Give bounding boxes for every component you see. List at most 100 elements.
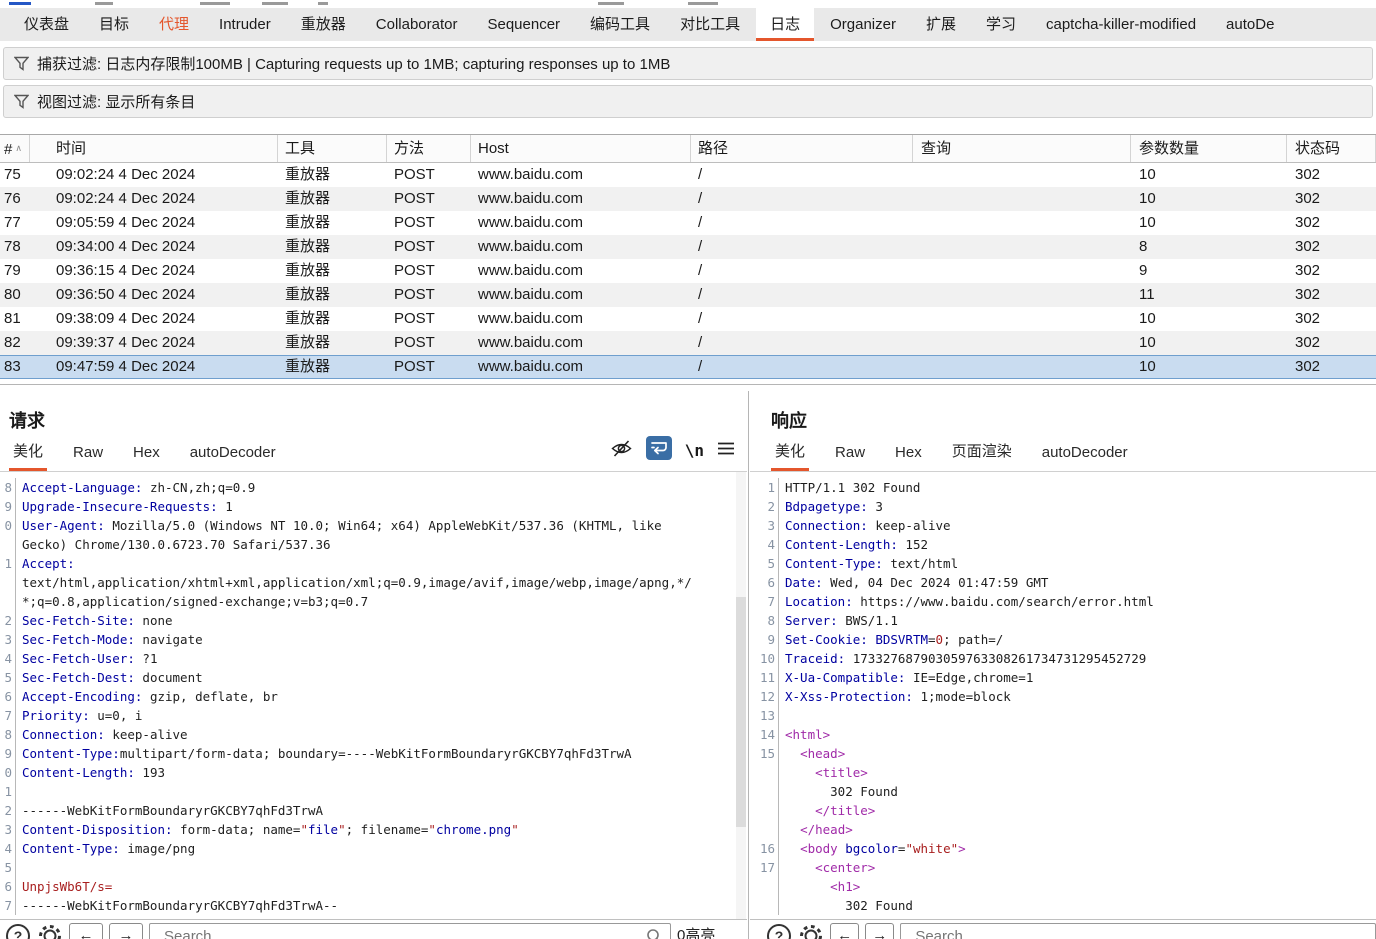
- table-cell: 302: [1295, 166, 1321, 183]
- main-tab-bar: 仪表盘 目标 代理 Intruder 重放器 Collaborator Sequencer 编…: [0, 8, 1376, 41]
- menu-item-learn[interactable]: 学习: [972, 8, 1030, 41]
- search-input[interactable]: [162, 927, 646, 939]
- response-tab-hex[interactable]: Hex: [891, 444, 926, 471]
- vertical-splitter[interactable]: [748, 391, 749, 939]
- table-row[interactable]: 80 09:36:50 4 Dec 2024 重放器 POST www.baidu.co…: [0, 283, 1376, 307]
- table-row[interactable]: 83 09:47:59 4 Dec 2024 重放器 POST www.baidu.co…: [0, 355, 1376, 379]
- table-cell: 83: [4, 358, 21, 375]
- code-line: 6 Date: Wed, 04 Dec 2024 01:47:59 GMT: [750, 573, 1376, 592]
- column-header[interactable]: 状态码: [1287, 135, 1376, 162]
- column-header[interactable]: # ∧: [0, 135, 30, 162]
- table-cell: [913, 307, 1131, 331]
- newline-toggle-icon[interactable]: \n: [685, 441, 704, 460]
- request-scrollbar[interactable]: [736, 472, 746, 920]
- menu-item-repeater[interactable]: 重放器: [287, 8, 360, 41]
- request-tab-autodecoder[interactable]: autoDecoder: [186, 444, 280, 471]
- table-row[interactable]: 77 09:05:59 4 Dec 2024 重放器 POST www.baidu.co…: [0, 211, 1376, 235]
- forward-icon[interactable]: →: [865, 923, 895, 939]
- table-row[interactable]: 81 09:38:09 4 Dec 2024 重放器 POST www.baidu.co…: [0, 307, 1376, 331]
- line-number: 4: [750, 535, 779, 554]
- line-number: 4: [0, 649, 16, 668]
- settings-gear-icon[interactable]: [37, 923, 63, 939]
- view-filter-bar[interactable]: 视图过滤: 显示所有条目: [3, 85, 1373, 118]
- table-cell: [913, 211, 1131, 235]
- column-header[interactable]: 时间: [30, 135, 278, 162]
- code-text: <h1>: [830, 879, 861, 894]
- table-row[interactable]: 82 09:39:37 4 Dec 2024 重放器 POST www.baidu.co…: [0, 331, 1376, 355]
- code-text: 302 Found: [785, 898, 913, 913]
- menu-item-organizer[interactable]: Organizer: [816, 8, 910, 41]
- table-row[interactable]: 76 09:02:24 4 Dec 2024 重放器 POST www.baidu.co…: [0, 187, 1376, 211]
- request-tab-pretty[interactable]: 美化: [9, 440, 48, 471]
- menu-item-extensions[interactable]: 扩展: [912, 8, 970, 41]
- menu-item-comparer[interactable]: 对比工具: [666, 8, 754, 41]
- back-icon[interactable]: ←: [830, 923, 860, 939]
- forward-icon[interactable]: →: [109, 923, 143, 939]
- request-editor-tabs: 美化 Raw Hex autoDecoder \n: [0, 436, 747, 472]
- menu-item-decoder[interactable]: 编码工具: [576, 8, 664, 41]
- code-text: HTTP/1.1 302 Found: [785, 480, 921, 495]
- capture-filter-bar[interactable]: 捕获过滤: 日志内存限制100MB | Capturing requests u…: [3, 47, 1373, 80]
- help-icon[interactable]: ?: [5, 923, 31, 939]
- menu-item-proxy[interactable]: 代理: [145, 8, 203, 41]
- request-tab-hex[interactable]: Hex: [129, 444, 164, 471]
- response-tab-autodecoder[interactable]: autoDecoder: [1038, 444, 1132, 471]
- hide-nonprintable-icon[interactable]: [610, 439, 633, 463]
- pretty-print-toggle-icon[interactable]: [645, 436, 672, 465]
- settings-gear-icon[interactable]: [798, 923, 824, 939]
- request-editor-toolbar: \n: [610, 436, 735, 465]
- table-cell: 82: [4, 334, 21, 351]
- response-tab-raw[interactable]: Raw: [831, 444, 869, 471]
- table-row[interactable]: 75 09:02:24 4 Dec 2024 重放器 POST www.baidu.co…: [0, 163, 1376, 187]
- column-header[interactable]: 方法: [387, 135, 471, 162]
- column-header[interactable]: Host: [471, 135, 691, 162]
- response-editor-footer: ? ← →: [750, 919, 1376, 939]
- response-search-box: [900, 923, 1376, 939]
- request-editor[interactable]: 8 Accept-Language: zh-CN,zh;q=0.9 9 Upgrade…: [0, 472, 747, 920]
- menu-item-autodecoder[interactable]: autoDe: [1212, 8, 1288, 41]
- code-line: 7 ------WebKitFormBoundaryrGKCBY7qhFd3Trw…: [0, 896, 747, 915]
- table-cell: /: [698, 358, 703, 375]
- table-cell: 重放器: [285, 214, 331, 231]
- menu-item-logger[interactable]: 日志: [756, 8, 815, 41]
- table-row[interactable]: 78 09:34:00 4 Dec 2024 重放器 POST www.baidu.co…: [0, 235, 1376, 259]
- menu-item-collaborator[interactable]: Collaborator: [362, 8, 472, 41]
- line-number: [750, 820, 779, 839]
- response-editor[interactable]: 1 HTTP/1.1 302 Found 2 Bdpagetype: 3 3 Connec…: [750, 472, 1376, 920]
- code-text: X-Xss-Protection: 1;mode=block: [785, 689, 1011, 704]
- request-scrollbar-thumb[interactable]: [736, 597, 746, 827]
- table-cell: 重放器: [285, 310, 331, 327]
- menu-item-captcha-killer-modified[interactable]: captcha-killer-modified: [1032, 8, 1210, 41]
- menu-item-dashboard[interactable]: 仪表盘: [10, 8, 83, 41]
- table-cell: 09:36:50 4 Dec 2024: [56, 286, 196, 303]
- clipped-text-fragment: [200, 2, 230, 5]
- table-cell: www.baidu.com: [478, 286, 584, 303]
- code-line: 3 Content-Disposition: form-data; name="f…: [0, 820, 747, 839]
- horizontal-splitter[interactable]: [0, 384, 1376, 385]
- column-header[interactable]: 参数数量: [1131, 135, 1287, 162]
- search-input[interactable]: [913, 927, 1351, 939]
- back-icon[interactable]: ←: [69, 923, 103, 939]
- response-tab-pretty[interactable]: 美化: [771, 440, 810, 471]
- line-number: 3: [0, 820, 16, 839]
- response-panel: 响应 美化 Raw Hex 页面渲染 autoDecoder 1 HTTP/1.1 302…: [750, 391, 1376, 939]
- response-panel-title: 响应: [771, 411, 807, 431]
- column-header[interactable]: 查询: [913, 135, 1131, 162]
- response-tab-render[interactable]: 页面渲染: [948, 440, 1016, 471]
- code-text: Connection: keep-alive: [785, 518, 951, 533]
- filter-funnel-icon: [14, 94, 29, 109]
- menu-item-intruder[interactable]: Intruder: [205, 8, 285, 41]
- table-cell: 重放器: [285, 358, 331, 375]
- column-header[interactable]: 路径: [691, 135, 913, 162]
- column-header[interactable]: 工具: [278, 135, 387, 162]
- menu-item-sequencer[interactable]: Sequencer: [473, 8, 574, 41]
- code-text: text/html,application/xhtml+xml,applicat…: [22, 575, 692, 590]
- table-row[interactable]: 79 09:36:15 4 Dec 2024 重放器 POST www.baidu.co…: [0, 259, 1376, 283]
- code-line: </head>: [750, 820, 1376, 839]
- line-number: 7: [0, 896, 16, 915]
- editor-menu-icon[interactable]: [717, 441, 735, 461]
- help-icon[interactable]: ?: [766, 923, 792, 939]
- code-text: </head>: [800, 822, 853, 837]
- request-tab-raw[interactable]: Raw: [69, 444, 107, 471]
- menu-item-target[interactable]: 目标: [85, 8, 143, 41]
